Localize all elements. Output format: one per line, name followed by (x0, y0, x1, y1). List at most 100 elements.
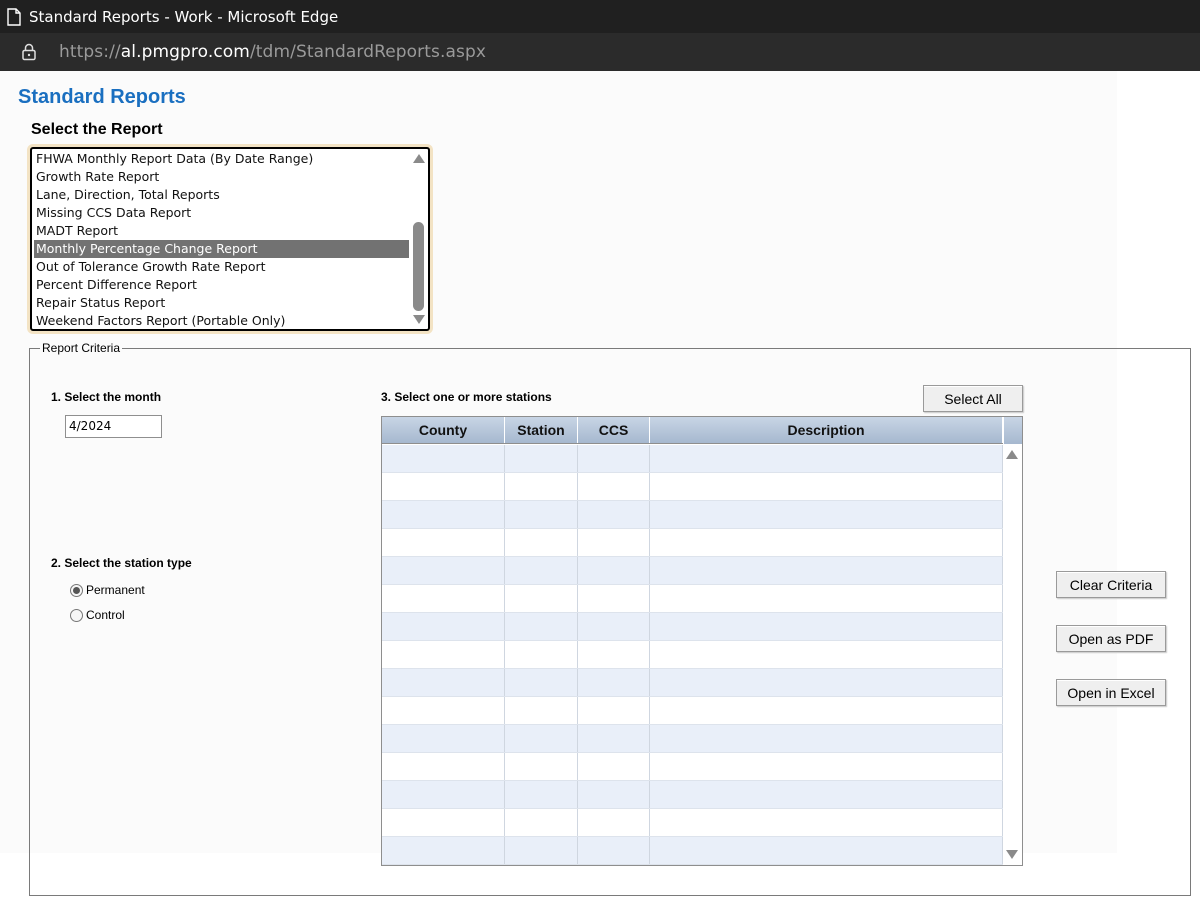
table-cell (578, 473, 650, 500)
table-cell (382, 837, 505, 864)
report-item[interactable]: MADT Report (34, 222, 409, 240)
report-item[interactable]: Missing CCS Data Report (34, 204, 409, 222)
report-list-items: FHWA Monthly Report Data (By Date Range)… (34, 150, 409, 330)
report-item-selected[interactable]: Monthly Percentage Change Report (34, 240, 409, 258)
select-all-button[interactable]: Select All (923, 385, 1023, 412)
table-cell (650, 501, 1003, 528)
table-row[interactable] (382, 557, 1003, 585)
table-cell (505, 669, 578, 696)
scroll-up-arrow-icon[interactable] (413, 154, 425, 163)
report-list-scrollbar[interactable] (412, 151, 426, 327)
table-cell (382, 613, 505, 640)
table-cell (382, 809, 505, 836)
report-item[interactable]: Weekend Factors Report (Portable Only) (34, 312, 409, 330)
table-cell (650, 725, 1003, 752)
table-cell (650, 753, 1003, 780)
scroll-thumb[interactable] (413, 222, 424, 311)
table-row[interactable] (382, 613, 1003, 641)
table-cell (382, 473, 505, 500)
table-cell (505, 837, 578, 864)
grid-header-corner (1003, 417, 1022, 444)
window-title: Standard Reports - Work - Microsoft Edge (29, 7, 339, 26)
table-cell (578, 809, 650, 836)
stations-grid: County Station CCS Description (381, 416, 1023, 866)
table-row[interactable] (382, 641, 1003, 669)
table-cell (505, 585, 578, 612)
table-cell (650, 445, 1003, 472)
table-row[interactable] (382, 753, 1003, 781)
table-row[interactable] (382, 809, 1003, 837)
table-cell (578, 585, 650, 612)
report-item[interactable]: Percent Difference Report (34, 276, 409, 294)
table-row[interactable] (382, 585, 1003, 613)
table-cell (382, 445, 505, 472)
table-row[interactable] (382, 501, 1003, 529)
table-row[interactable] (382, 473, 1003, 501)
report-criteria-legend: Report Criteria (40, 341, 123, 355)
table-row[interactable] (382, 445, 1003, 473)
report-item[interactable]: Lane, Direction, Total Reports (34, 186, 409, 204)
table-cell (578, 669, 650, 696)
grid-body (382, 445, 1003, 865)
table-cell (578, 641, 650, 668)
column-header-station[interactable]: Station (505, 417, 578, 443)
table-cell (578, 781, 650, 808)
table-cell (382, 669, 505, 696)
open-pdf-button[interactable]: Open as PDF (1056, 625, 1166, 652)
table-cell (505, 697, 578, 724)
open-excel-button[interactable]: Open in Excel (1056, 679, 1166, 706)
table-row[interactable] (382, 781, 1003, 809)
table-row[interactable] (382, 837, 1003, 865)
column-header-county[interactable]: County (382, 417, 505, 443)
step3-label: 3. Select one or more stations (381, 390, 552, 404)
table-cell (650, 473, 1003, 500)
grid-scrollbar[interactable] (1003, 445, 1022, 865)
column-header-ccs[interactable]: CCS (578, 417, 650, 443)
table-row[interactable] (382, 669, 1003, 697)
table-cell (505, 529, 578, 556)
table-cell (650, 837, 1003, 864)
table-cell (382, 501, 505, 528)
table-cell (578, 529, 650, 556)
radio-control-button[interactable] (70, 608, 83, 622)
table-cell (650, 669, 1003, 696)
radio-permanent[interactable]: Permanent (70, 583, 145, 597)
browser-title-bar: Standard Reports - Work - Microsoft Edge (0, 0, 1200, 33)
scroll-down-arrow-icon[interactable] (413, 315, 425, 324)
table-cell (578, 445, 650, 472)
table-cell (505, 809, 578, 836)
table-cell (382, 781, 505, 808)
table-cell (505, 725, 578, 752)
address-bar[interactable]: https://al.pmgpro.com/tdm/StandardReport… (0, 33, 1200, 71)
table-cell (382, 641, 505, 668)
table-cell (505, 473, 578, 500)
report-item[interactable]: Repair Status Report (34, 294, 409, 312)
month-input[interactable]: 4/2024 (65, 415, 162, 438)
lock-icon[interactable] (21, 43, 37, 61)
radio-permanent-button[interactable] (70, 583, 83, 597)
column-header-description[interactable]: Description (650, 417, 1003, 443)
radio-control[interactable]: Control (70, 608, 125, 622)
step1-label: 1. Select the month (51, 390, 162, 404)
report-listbox[interactable]: FHWA Monthly Report Data (By Date Range)… (30, 147, 430, 331)
table-cell (505, 557, 578, 584)
radio-control-label: Control (86, 608, 125, 622)
table-cell (650, 641, 1003, 668)
clear-criteria-button[interactable]: Clear Criteria (1056, 571, 1166, 598)
select-report-heading: Select the Report (31, 121, 163, 138)
table-cell (505, 613, 578, 640)
grid-scroll-down-arrow-icon[interactable] (1006, 850, 1018, 859)
report-item[interactable]: Growth Rate Report (34, 168, 409, 186)
table-row[interactable] (382, 529, 1003, 557)
report-item[interactable]: Out of Tolerance Growth Rate Report (34, 258, 409, 276)
table-cell (382, 585, 505, 612)
table-row[interactable] (382, 697, 1003, 725)
grid-header: County Station CCS Description (382, 417, 1022, 444)
table-cell (578, 837, 650, 864)
table-cell (578, 613, 650, 640)
grid-scroll-up-arrow-icon[interactable] (1006, 450, 1018, 459)
url-path: /tdm/StandardReports.aspx (249, 42, 487, 62)
table-row[interactable] (382, 725, 1003, 753)
url-text[interactable]: https://al.pmgpro.com/tdm/StandardReport… (59, 42, 486, 62)
report-item[interactable]: FHWA Monthly Report Data (By Date Range) (34, 150, 409, 168)
